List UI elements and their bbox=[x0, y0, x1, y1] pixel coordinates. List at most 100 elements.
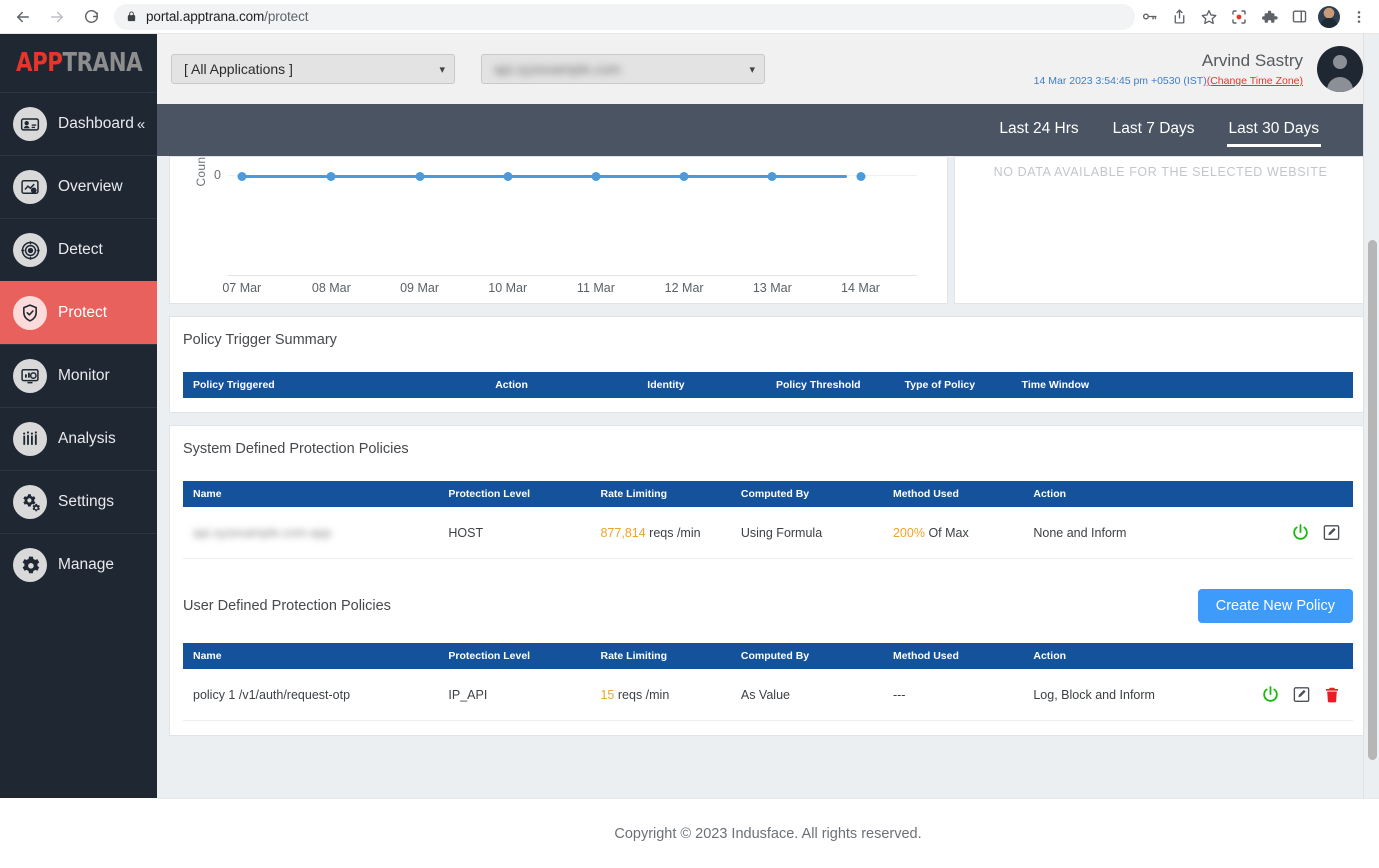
tab-last-7-days[interactable]: Last 7 Days bbox=[1113, 120, 1195, 141]
column-header: Action bbox=[1025, 643, 1225, 669]
user-avatar[interactable] bbox=[1317, 46, 1363, 92]
dashboard-icon bbox=[13, 107, 47, 141]
three-dot-menu-icon[interactable] bbox=[1345, 3, 1373, 31]
delete-trash-icon[interactable] bbox=[1323, 686, 1341, 704]
sidebar-item-monitor[interactable]: Monitor bbox=[0, 344, 157, 407]
column-header: Time Window bbox=[1013, 372, 1353, 398]
back-arrow-icon[interactable] bbox=[8, 2, 38, 32]
lock-icon bbox=[126, 10, 137, 23]
sidebar-item-dashboard[interactable]: Dashboard « bbox=[0, 92, 157, 155]
chart-point bbox=[237, 172, 247, 181]
rate-value: 877,814 bbox=[600, 525, 646, 540]
side-panel-icon[interactable] bbox=[1285, 3, 1313, 31]
policy-trigger-summary-table: Policy Triggered Action Identity Policy … bbox=[183, 372, 1353, 398]
column-header: Type of Policy bbox=[896, 372, 1014, 398]
column-header: Policy Triggered bbox=[183, 372, 488, 398]
sidebar-item-label: Settings bbox=[58, 493, 115, 510]
user-name: Arvind Sastry bbox=[1201, 51, 1303, 70]
chart-x-axis-line bbox=[228, 275, 917, 276]
power-toggle-icon[interactable] bbox=[1261, 685, 1280, 704]
table-header: Policy Triggered Action Identity Policy … bbox=[183, 372, 1353, 398]
server-timestamp: 14 Mar 2023 3:54:45 pm +0530 (IST)(Chang… bbox=[1034, 75, 1303, 87]
sidebar-collapse-icon[interactable]: « bbox=[137, 117, 145, 132]
column-header: Name bbox=[183, 481, 441, 507]
sidebar-item-overview[interactable]: Overview bbox=[0, 155, 157, 218]
url-path: /protect bbox=[264, 9, 309, 24]
address-bar[interactable]: portal.apptrana.com/protect bbox=[114, 3, 1135, 30]
reload-icon[interactable] bbox=[76, 2, 106, 32]
key-icon[interactable] bbox=[1135, 3, 1163, 31]
sidebar-item-manage[interactable]: Manage bbox=[0, 533, 157, 596]
chart-point bbox=[503, 172, 513, 181]
column-header: Computed By bbox=[732, 643, 885, 669]
change-timezone-link[interactable]: (Change Time Zone) bbox=[1207, 75, 1303, 87]
column-header: Method Used bbox=[884, 481, 1026, 507]
url-text: portal.apptrana.com/protect bbox=[146, 9, 309, 24]
column-header: Action bbox=[487, 372, 640, 398]
sidebar-item-protect[interactable]: Protect bbox=[0, 281, 157, 344]
logo-text-trana: TRANA bbox=[62, 48, 143, 78]
chart-y-tick-0: 0 bbox=[214, 168, 221, 182]
chart-x-tick: 13 Mar bbox=[752, 281, 792, 295]
policy-trigger-summary-title: Policy Trigger Summary bbox=[183, 332, 337, 348]
policy-name: api.xyzexample.com-app bbox=[193, 525, 332, 540]
protection-policies-card: System Defined Protection Policies Name … bbox=[169, 425, 1367, 736]
sidebar-item-label: Analysis bbox=[58, 430, 116, 447]
application-select-value: [ All Applications ] bbox=[184, 61, 293, 77]
power-toggle-icon[interactable] bbox=[1291, 523, 1310, 542]
chart-point bbox=[767, 172, 777, 181]
browser-action-icons bbox=[1135, 3, 1379, 31]
create-new-policy-button[interactable]: Create New Policy bbox=[1197, 589, 1353, 623]
gears-icon bbox=[13, 485, 47, 519]
user-policies-header-row: User Defined Protection Policies Create … bbox=[183, 589, 1353, 623]
browser-nav-buttons bbox=[0, 2, 106, 32]
column-header: Identity bbox=[639, 372, 768, 398]
charts-row: Count 0 07 Mar 08 Mar 09 Mar 10 Mar 11 M… bbox=[169, 156, 1367, 304]
table-header: Name Protection Level Rate Limiting Comp… bbox=[183, 643, 1353, 669]
edit-icon[interactable] bbox=[1322, 523, 1341, 542]
row-action-icons bbox=[1232, 685, 1353, 704]
edit-icon[interactable] bbox=[1292, 685, 1311, 704]
chart-x-tick: 11 Mar bbox=[576, 281, 615, 295]
chart-y-axis-label: Count bbox=[194, 156, 208, 187]
sidebar-item-detect[interactable]: Detect bbox=[0, 218, 157, 281]
copyright-text: Copyright © 2023 Indusface. All rights r… bbox=[614, 825, 922, 842]
screen-capture-icon[interactable] bbox=[1225, 3, 1253, 31]
site-select[interactable]: api.xyzexample.com ▾ bbox=[481, 54, 765, 84]
sidebar-item-settings[interactable]: Settings bbox=[0, 470, 157, 533]
shield-check-icon bbox=[13, 296, 47, 330]
sidebar-item-label: Detect bbox=[58, 241, 103, 258]
extensions-puzzle-icon[interactable] bbox=[1255, 3, 1283, 31]
policy-action: None and Inform bbox=[1025, 507, 1225, 559]
chart-x-tick: 14 Mar bbox=[841, 281, 880, 295]
app-root: APPTRANA Dashboard « Overview Detect Pro… bbox=[0, 34, 1379, 868]
computed-by: Using Formula bbox=[732, 507, 885, 559]
application-select[interactable]: [ All Applications ] ▾ bbox=[171, 54, 455, 84]
chart-x-tick: 08 Mar bbox=[311, 281, 351, 295]
protection-level: HOST bbox=[440, 507, 593, 559]
sidebar: APPTRANA Dashboard « Overview Detect Pro… bbox=[0, 34, 157, 798]
table-row: api.xyzexample.com-app HOST 877,814 reqs… bbox=[183, 507, 1353, 559]
timestamp-text: 14 Mar 2023 3:54:45 pm +0530 (IST) bbox=[1033, 75, 1207, 87]
column-header: Rate Limiting bbox=[592, 481, 733, 507]
monitor-icon bbox=[13, 359, 47, 393]
footer: Copyright © 2023 Indusface. All rights r… bbox=[157, 798, 1379, 868]
profile-avatar[interactable] bbox=[1315, 3, 1343, 31]
page-scrollbar-track[interactable] bbox=[1364, 34, 1379, 798]
filter-bar: [ All Applications ] ▾ api.xyzexample.co… bbox=[157, 34, 1379, 104]
tab-last-24-hrs[interactable]: Last 24 Hrs bbox=[999, 120, 1078, 141]
trend-chart-card: Count 0 07 Mar 08 Mar 09 Mar 10 Mar 11 M… bbox=[169, 156, 948, 304]
browser-toolbar: portal.apptrana.com/protect bbox=[0, 0, 1379, 34]
overview-icon bbox=[13, 170, 47, 204]
bookmark-star-icon[interactable] bbox=[1195, 3, 1223, 31]
sidebar-item-label: Monitor bbox=[58, 367, 110, 384]
rate-unit: reqs /min bbox=[617, 687, 670, 702]
sidebar-item-analysis[interactable]: Analysis bbox=[0, 407, 157, 470]
url-host: portal.apptrana.com bbox=[146, 9, 265, 24]
page-scrollbar-thumb[interactable] bbox=[1368, 240, 1377, 760]
method-suffix: Of Max bbox=[928, 525, 969, 540]
analysis-bars-icon bbox=[13, 422, 47, 456]
forward-arrow-icon[interactable] bbox=[42, 2, 72, 32]
share-icon[interactable] bbox=[1165, 3, 1193, 31]
tab-last-30-days[interactable]: Last 30 Days bbox=[1226, 120, 1322, 147]
